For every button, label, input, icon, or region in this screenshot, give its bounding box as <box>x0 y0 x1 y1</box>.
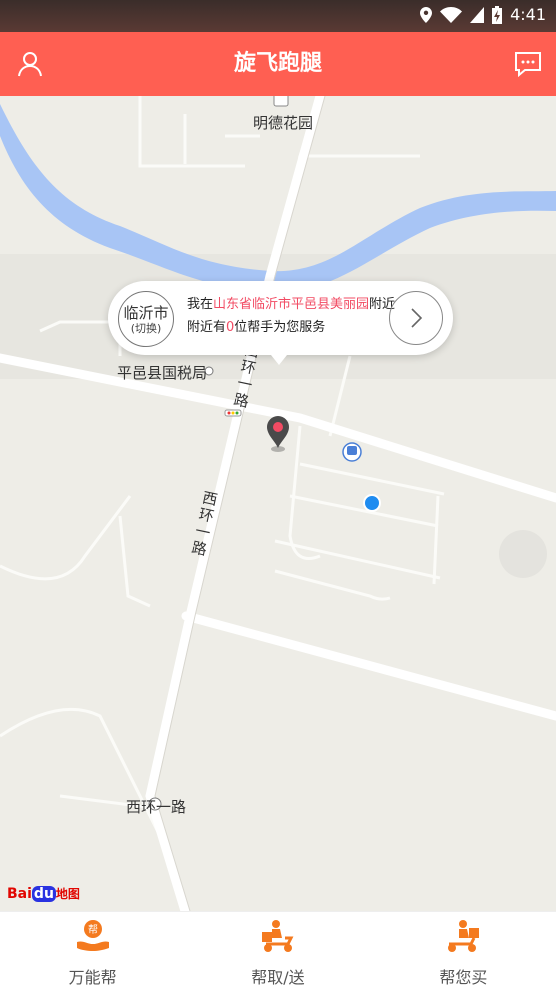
map-canvas <box>0 96 556 911</box>
map-view[interactable]: 明德花园 平邑县国税局 西环一路 西环一路 西环一路 Bai du 地图 <box>0 96 556 911</box>
baidu-map-logo: Bai du 地图 <box>7 886 80 902</box>
svg-text:帮: 帮 <box>88 924 98 936</box>
status-icons: 4:41 <box>420 5 546 24</box>
map-label-tax-bureau: 平邑县国税局 <box>117 364 208 382</box>
current-address: 山东省临沂市平邑县美丽园 <box>213 297 370 312</box>
nav-item-pickup-delivery[interactable]: 帮取/送 <box>185 912 370 987</box>
chevron-right-icon <box>411 308 423 328</box>
nav-item-universal-help[interactable]: 帮 万能帮 <box>0 912 185 987</box>
wifi-icon <box>440 6 463 23</box>
location-icon <box>420 6 433 23</box>
delivery-scooter-icon <box>260 918 296 954</box>
message-icon <box>515 52 541 77</box>
location-details-button[interactable] <box>389 291 443 345</box>
location-card: 临沂市 (切换) 我在山东省临沂市平邑县美丽园附近 附近有0位帮手为您服务 <box>108 281 453 365</box>
app-header: 旋飞跑腿 <box>0 32 556 96</box>
status-bar: 4:41 <box>0 0 556 32</box>
location-line-2: 附近有0位帮手为您服务 <box>187 320 326 335</box>
nav-label-pickup-delivery: 帮取/送 <box>251 968 305 987</box>
map-label-road-south: 西环一路 <box>126 798 187 816</box>
messages-button[interactable] <box>510 46 546 82</box>
nav-label-universal-help: 万能帮 <box>68 968 117 987</box>
city-name: 临沂市 <box>123 303 169 322</box>
shopping-courier-icon <box>445 918 481 954</box>
location-text: 我在山东省临沂市平邑县美丽园附近 附近有0位帮手为您服务 <box>187 293 395 339</box>
my-location-dot <box>363 494 381 512</box>
bottom-nav: 帮 万能帮 帮取/送 帮您买 <box>0 911 556 987</box>
battery-charging-icon <box>492 5 503 24</box>
signal-icon <box>470 6 485 23</box>
map-label-garden: 明德花园 <box>253 114 314 132</box>
location-line-1: 我在山东省临沂市平邑县美丽园附近 <box>187 297 396 312</box>
city-switch-label: (切换) <box>130 321 162 335</box>
nav-label-buy-for-you: 帮您买 <box>439 968 488 987</box>
nav-item-buy-for-you[interactable]: 帮您买 <box>371 912 556 987</box>
city-switch-button[interactable]: 临沂市 (切换) <box>118 291 174 347</box>
helping-hand-icon: 帮 <box>75 918 111 954</box>
status-time: 4:41 <box>510 5 546 24</box>
app-title: 旋飞跑腿 <box>233 51 322 76</box>
